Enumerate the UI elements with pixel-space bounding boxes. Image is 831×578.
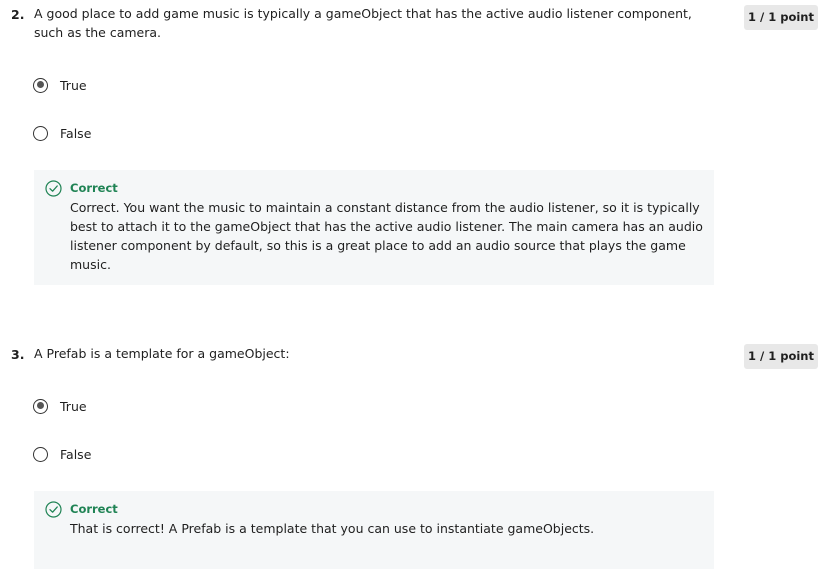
option-false[interactable]: False bbox=[33, 444, 91, 464]
question-number: 2. bbox=[11, 7, 25, 22]
option-label: True bbox=[60, 77, 87, 93]
option-false[interactable]: False bbox=[33, 123, 91, 143]
feedback-title: Correct bbox=[70, 181, 118, 195]
radio-unselected-icon[interactable] bbox=[33, 446, 48, 462]
radio-selected-icon[interactable] bbox=[33, 398, 48, 414]
points-badge: 1 / 1 point bbox=[744, 344, 818, 369]
check-circle-icon bbox=[45, 501, 62, 518]
question-text: A good place to add game music is typica… bbox=[34, 6, 692, 40]
radio-unselected-icon[interactable] bbox=[33, 125, 48, 141]
option-label: False bbox=[60, 446, 92, 462]
option-true[interactable]: True bbox=[33, 396, 87, 416]
feedback-box: Correct That is correct! A Prefab is a t… bbox=[34, 491, 714, 569]
points-badge: 1 / 1 point bbox=[744, 5, 818, 30]
question-text: A Prefab is a template for a gameObject: bbox=[34, 346, 290, 361]
option-true[interactable]: True bbox=[33, 75, 87, 95]
feedback-text: Correct. You want the music to maintain … bbox=[70, 200, 703, 272]
radio-selected-icon[interactable] bbox=[33, 77, 48, 93]
feedback-title: Correct bbox=[70, 502, 118, 516]
quiz-results-page: 2. A good place to add game music is typ… bbox=[0, 0, 831, 578]
option-label: False bbox=[60, 125, 92, 141]
question-number: 3. bbox=[11, 347, 25, 362]
feedback-box: Correct Correct. You want the music to m… bbox=[34, 170, 714, 285]
feedback-text: That is correct! A Prefab is a template … bbox=[70, 521, 595, 536]
check-circle-icon bbox=[45, 180, 62, 197]
option-label: True bbox=[60, 398, 87, 414]
